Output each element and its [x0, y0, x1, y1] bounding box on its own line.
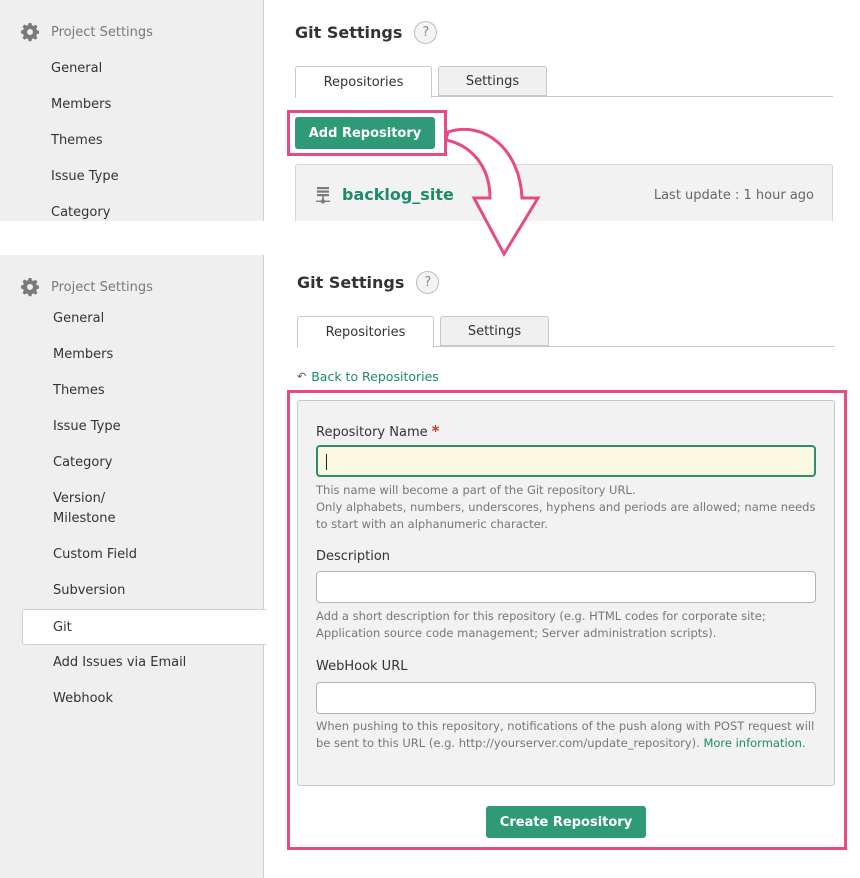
sidebar-item-git[interactable]: Git: [22, 609, 266, 645]
highlight-box-form: [287, 390, 847, 850]
sidebar-item-category[interactable]: Category: [51, 203, 110, 221]
sidebar-item-themes[interactable]: Themes: [51, 131, 103, 151]
sidebar-header-label: Project Settings: [51, 279, 153, 295]
sidebar-item-version-milestone[interactable]: Version/ Milestone: [53, 489, 116, 529]
sidebar-item-add-issues-via-email[interactable]: Add Issues via Email: [53, 653, 186, 673]
sidebar-item-general[interactable]: General: [53, 309, 104, 329]
back-to-repositories-link[interactable]: ↶ Back to Repositories: [297, 369, 439, 384]
sidebar-item-issue-type[interactable]: Issue Type: [51, 167, 119, 187]
arrow-shape: [444, 127, 541, 258]
sidebar-item-themes[interactable]: Themes: [53, 381, 105, 401]
page-title: Git Settings ?: [297, 271, 440, 294]
page-title: Git Settings ?: [295, 21, 438, 44]
sidebar-item-subversion[interactable]: Subversion: [53, 581, 125, 601]
undo-icon: ↶: [297, 370, 307, 383]
help-icon[interactable]: ?: [416, 271, 440, 294]
sidebar-header: Project Settings: [20, 277, 153, 297]
sidebar-item-members[interactable]: Members: [51, 95, 111, 115]
sidebar: Project Settings General Members Themes …: [0, 0, 264, 221]
back-to-repositories-label: Back to Repositories: [311, 369, 439, 384]
sidebar-header: Project Settings: [20, 22, 153, 42]
curved-arrow-annotation: [444, 127, 541, 258]
page-title-text: Git Settings: [297, 273, 405, 292]
tab-bar: Repositories Settings: [295, 66, 833, 98]
tab-settings[interactable]: Settings: [440, 316, 549, 346]
help-icon[interactable]: ?: [414, 21, 438, 44]
server-icon: [316, 187, 330, 204]
tab-repositories[interactable]: Repositories: [297, 316, 434, 348]
sidebar-item-members[interactable]: Members: [53, 345, 113, 365]
sidebar-item-version-line1: Version/: [53, 491, 106, 506]
sidebar-item-custom-field[interactable]: Custom Field: [53, 545, 137, 565]
sidebar: Project Settings General Members Themes …: [0, 255, 266, 878]
repository-last-update: Last update : 1 hour ago: [653, 188, 814, 203]
page-title-text: Git Settings: [295, 23, 403, 42]
sidebar-item-issue-type[interactable]: Issue Type: [53, 417, 121, 437]
highlight-box-add-repository: [287, 110, 447, 156]
sidebar-item-category[interactable]: Category: [53, 453, 112, 473]
sidebar-item-webhook[interactable]: Webhook: [53, 689, 113, 709]
tab-repositories[interactable]: Repositories: [295, 66, 432, 98]
tab-bar: Repositories Settings: [297, 316, 835, 348]
gear-icon: [21, 278, 39, 297]
sidebar-item-general[interactable]: General: [51, 59, 102, 79]
gear-icon: [21, 23, 39, 42]
repository-list-item[interactable]: backlog_site Last update : 1 hour ago: [295, 164, 833, 221]
sidebar-item-version-line2: Milestone: [53, 511, 116, 526]
sidebar-header-label: Project Settings: [51, 24, 153, 40]
tab-settings[interactable]: Settings: [438, 66, 547, 96]
